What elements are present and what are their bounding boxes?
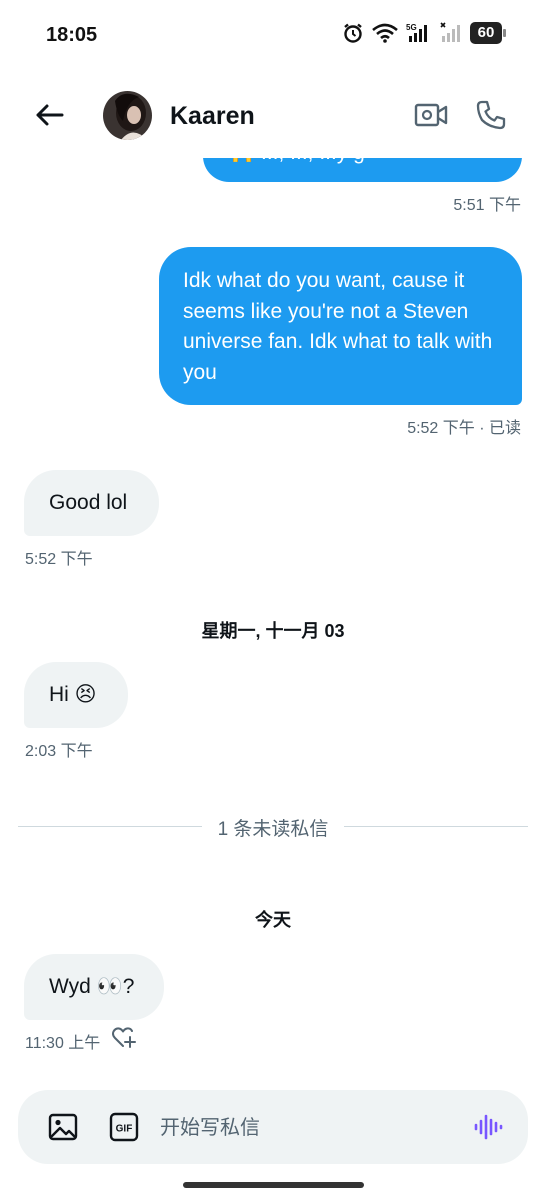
date-separator: 今天 xyxy=(255,910,291,930)
voice-message-button[interactable] xyxy=(472,1111,504,1143)
back-button[interactable] xyxy=(30,96,68,134)
voice-waveform-icon xyxy=(474,1114,503,1140)
video-camera-icon xyxy=(414,103,448,127)
battery-level: 60 xyxy=(477,24,495,41)
date-separator: 星期一, 十一月 03 xyxy=(201,621,345,641)
message-bubble-outgoing[interactable]: Idk what do you want, cause it seems lik… xyxy=(159,247,522,405)
status-bar: 18:05 5G 60 xyxy=(0,0,546,72)
home-indicator[interactable] xyxy=(183,1182,364,1188)
message-text: Good lol xyxy=(49,491,128,514)
status-icons: 5G 60 xyxy=(342,22,506,44)
alarm-icon xyxy=(342,22,364,44)
avatar[interactable] xyxy=(103,91,152,140)
unread-divider: 1 条未读私信 xyxy=(18,814,528,840)
phone-icon xyxy=(476,100,506,130)
conversation-header: Kaaren xyxy=(0,72,546,158)
message-composer: GIF xyxy=(18,1090,528,1164)
message-bubble-incoming[interactable]: Wyd 👀? xyxy=(24,954,164,1020)
add-image-button[interactable] xyxy=(46,1112,80,1142)
message-timestamp: 5:52 下午 xyxy=(25,551,93,568)
obscured-row xyxy=(0,1192,546,1200)
cellular-5g-icon: 5G xyxy=(406,22,432,44)
contact-name[interactable]: Kaaren xyxy=(170,102,255,131)
add-gif-button[interactable]: GIF xyxy=(108,1111,140,1143)
wifi-icon xyxy=(372,23,398,43)
video-call-button[interactable] xyxy=(412,96,450,134)
battery-indicator: 60 xyxy=(470,22,506,44)
message-timestamp: 11:30 上午 xyxy=(25,1035,101,1052)
message-timestamp: 2:03 下午 xyxy=(25,743,93,760)
voice-call-button[interactable] xyxy=(472,96,510,134)
network-label: 5G xyxy=(406,23,417,32)
gif-icon: GIF xyxy=(109,1112,139,1142)
image-icon xyxy=(48,1113,78,1141)
back-arrow-icon xyxy=(36,104,64,126)
cellular-no-signal-icon xyxy=(440,22,462,44)
divider-line xyxy=(344,826,528,827)
unread-label: 1 条未读私信 xyxy=(217,819,329,840)
gif-label: GIF xyxy=(116,1124,133,1135)
message-bubble-incoming[interactable]: Hi 😣 xyxy=(24,662,128,728)
message-timestamp-read: 5:52 下午 · 已读 xyxy=(407,420,521,437)
message-text: Hi 😣 xyxy=(49,683,97,706)
message-input[interactable] xyxy=(160,1110,450,1144)
status-time: 18:05 xyxy=(46,24,98,46)
message-timestamp: 5:51 下午 xyxy=(453,197,521,214)
message-text: Idk what do you want, cause it seems lik… xyxy=(183,269,493,384)
add-reaction-button[interactable] xyxy=(110,1024,138,1050)
message-bubble-incoming[interactable]: Good lol xyxy=(24,470,159,536)
heart-plus-icon xyxy=(112,1027,136,1048)
message-text: Wyd 👀? xyxy=(49,975,135,998)
